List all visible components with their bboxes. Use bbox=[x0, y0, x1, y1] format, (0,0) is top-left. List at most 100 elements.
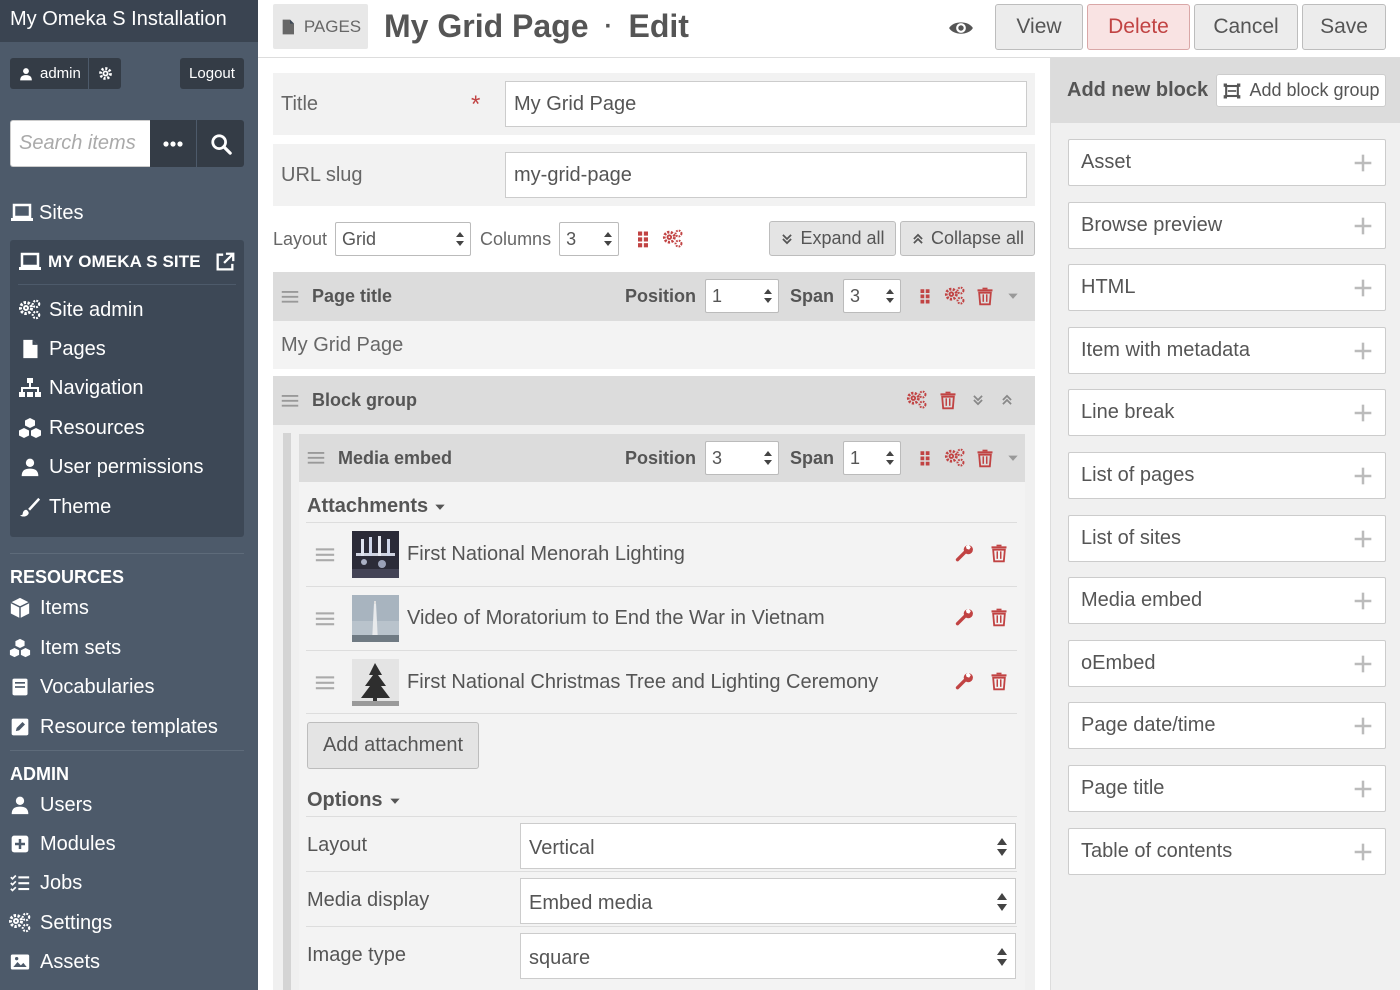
resources-heading: RESOURCES bbox=[10, 567, 125, 587]
cogs-icon[interactable] bbox=[943, 285, 967, 307]
eye-icon[interactable] bbox=[948, 15, 974, 41]
slug-input[interactable] bbox=[505, 152, 1027, 198]
attachments-toggle[interactable]: Attachments bbox=[307, 495, 447, 518]
option-label: Image type bbox=[307, 944, 406, 966]
site-nav-navigation[interactable]: Navigation bbox=[17, 374, 144, 402]
add-block-line-break-button[interactable]: Line break bbox=[1068, 389, 1386, 437]
media-display-select[interactable]: Embed media bbox=[520, 878, 1016, 924]
site-nav-site-admin[interactable]: Site admin bbox=[17, 296, 144, 324]
sidebar-item-item-sets[interactable]: Item sets bbox=[8, 634, 121, 662]
user-link[interactable]: admin bbox=[10, 58, 89, 89]
add-block-group-button[interactable]: Add block group bbox=[1216, 74, 1386, 107]
add-block-page-date-time-button[interactable]: Page date/time bbox=[1068, 702, 1386, 750]
add-block-media-embed-button[interactable]: Media embed bbox=[1068, 577, 1386, 625]
columns-select-value: 3 bbox=[566, 228, 577, 249]
options-toggle[interactable]: Options bbox=[307, 789, 402, 812]
double-chevron-down-icon[interactable] bbox=[971, 392, 985, 408]
grid-icon[interactable] bbox=[916, 449, 934, 467]
add-block-browse-preview-button[interactable]: Browse preview bbox=[1068, 201, 1386, 249]
span-select[interactable]: 1 bbox=[843, 441, 902, 475]
site-nav-user-permissions[interactable]: User permissions bbox=[17, 453, 203, 481]
columns-select[interactable]: 3 bbox=[559, 222, 620, 256]
cogs-icon[interactable] bbox=[943, 447, 967, 469]
add-attachment-button[interactable]: Add attachment bbox=[307, 722, 479, 769]
attachment-thumbnail bbox=[352, 659, 399, 706]
search-options-button[interactable] bbox=[150, 120, 197, 167]
wrench-icon[interactable] bbox=[955, 543, 975, 563]
view-button[interactable]: View bbox=[995, 4, 1083, 50]
user-settings-button[interactable] bbox=[89, 58, 121, 89]
drag-handle-icon[interactable] bbox=[314, 545, 336, 565]
ellipsis-icon bbox=[163, 140, 183, 147]
breadcrumb-pages[interactable]: PAGES bbox=[273, 4, 368, 49]
delete-button[interactable]: Delete bbox=[1087, 4, 1190, 50]
image-type-select[interactable]: square bbox=[520, 933, 1016, 979]
sidebar-item-assets[interactable]: Assets bbox=[8, 948, 100, 976]
block-type-label: Table of contents bbox=[1081, 839, 1233, 862]
installation-title[interactable]: My Omeka S Installation bbox=[0, 0, 258, 42]
save-button[interactable]: Save bbox=[1302, 4, 1386, 50]
wrench-icon[interactable] bbox=[955, 671, 975, 691]
layout-select[interactable]: Grid bbox=[335, 222, 472, 256]
laptop-icon bbox=[10, 201, 34, 225]
sidebar-item-modules[interactable]: Modules bbox=[8, 830, 116, 858]
add-block-oembed-button[interactable]: oEmbed bbox=[1068, 639, 1386, 687]
cancel-button[interactable]: Cancel bbox=[1194, 4, 1298, 50]
slug-field-row: URL slug bbox=[273, 144, 1035, 206]
trash-icon[interactable] bbox=[989, 671, 1009, 691]
add-block-asset-button[interactable]: Asset bbox=[1068, 139, 1386, 186]
attachment-row: Video of Moratorium to End the War in Vi… bbox=[306, 586, 1017, 650]
add-block-item-with-metadata-button[interactable]: Item with metadata bbox=[1068, 326, 1386, 374]
trash-icon[interactable] bbox=[989, 543, 1009, 563]
site-nav-theme[interactable]: Theme bbox=[17, 493, 111, 521]
trash-icon[interactable] bbox=[938, 390, 958, 410]
attachment-actions bbox=[955, 607, 1009, 627]
search-input[interactable] bbox=[10, 120, 150, 167]
collapse-all-button[interactable]: Collapse all bbox=[900, 221, 1035, 256]
site-nav-label: Site admin bbox=[49, 298, 144, 321]
cogs-icon[interactable] bbox=[661, 228, 685, 250]
trash-icon[interactable] bbox=[975, 286, 995, 306]
add-block-page-title-button[interactable]: Page title bbox=[1068, 765, 1386, 812]
sidebar-item-items[interactable]: Items bbox=[8, 594, 89, 622]
sidebar-item-vocabularies[interactable]: Vocabularies bbox=[8, 673, 155, 701]
add-block-html-button[interactable]: HTML bbox=[1068, 264, 1386, 312]
add-block-table-of-contents-button[interactable]: Table of contents bbox=[1068, 827, 1386, 875]
external-link-icon[interactable] bbox=[214, 251, 236, 273]
sites-link[interactable]: Sites bbox=[10, 201, 83, 225]
collapse-all-label: Collapse all bbox=[930, 228, 1025, 248]
sidebar-item-resource-templates[interactable]: Resource templates bbox=[8, 713, 218, 741]
site-name-link[interactable]: MY OMEKA S SITE bbox=[18, 240, 236, 285]
drag-handle-icon[interactable] bbox=[306, 449, 326, 467]
layout-option-select[interactable]: Vertical bbox=[520, 823, 1016, 869]
drag-handle-icon[interactable] bbox=[280, 288, 300, 306]
drag-handle-icon[interactable] bbox=[280, 392, 300, 410]
position-select[interactable]: 3 bbox=[705, 441, 779, 475]
cogs-icon[interactable] bbox=[905, 389, 929, 411]
sidebar-item-users[interactable]: Users bbox=[8, 791, 92, 819]
option-row-media-display: Media display Embed media bbox=[306, 871, 1017, 926]
span-select[interactable]: 3 bbox=[843, 279, 902, 313]
double-chevron-up-icon[interactable] bbox=[1000, 392, 1014, 408]
position-select[interactable]: 1 bbox=[705, 279, 779, 313]
grid-icon[interactable] bbox=[633, 229, 653, 249]
site-nav-pages[interactable]: Pages bbox=[17, 335, 106, 363]
sidebar-item-jobs[interactable]: Jobs bbox=[8, 869, 82, 897]
add-block-list-of-pages-button[interactable]: List of pages bbox=[1068, 452, 1386, 499]
drag-handle-icon[interactable] bbox=[314, 609, 336, 629]
logout-button[interactable]: Logout bbox=[180, 58, 244, 89]
trash-icon[interactable] bbox=[975, 448, 995, 468]
title-input[interactable] bbox=[505, 81, 1027, 127]
span-label: Span bbox=[790, 285, 835, 306]
sidebar-item-settings[interactable]: Settings bbox=[8, 909, 112, 937]
caret-down-icon[interactable] bbox=[1006, 451, 1020, 465]
expand-all-button[interactable]: Expand all bbox=[769, 221, 896, 256]
grid-icon[interactable] bbox=[916, 287, 934, 305]
caret-down-icon[interactable] bbox=[1006, 289, 1020, 303]
trash-icon[interactable] bbox=[989, 607, 1009, 627]
add-block-list-of-sites-button[interactable]: List of sites bbox=[1068, 514, 1386, 562]
wrench-icon[interactable] bbox=[955, 607, 975, 627]
drag-handle-icon[interactable] bbox=[314, 673, 336, 693]
search-submit-button[interactable] bbox=[197, 120, 244, 167]
site-nav-resources[interactable]: Resources bbox=[17, 414, 145, 442]
